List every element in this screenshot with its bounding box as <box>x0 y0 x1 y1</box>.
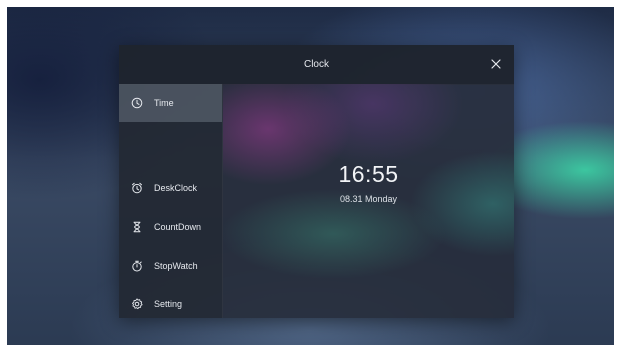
sidebar-item-label: Setting <box>154 299 183 309</box>
clock-dialog: Clock Time DeskClock CountDown StopWatch… <box>119 45 514 318</box>
gear-icon <box>130 297 144 311</box>
close-icon <box>491 59 501 69</box>
alarm-clock-icon <box>130 181 144 195</box>
close-button[interactable] <box>486 54 506 74</box>
sidebar-item-deskclock[interactable]: DeskClock <box>119 169 222 207</box>
dialog-title: Clock <box>303 59 329 70</box>
sidebar-item-stopwatch[interactable]: StopWatch <box>119 247 222 285</box>
time-panel <box>223 84 514 318</box>
sidebar-item-label: DeskClock <box>154 183 198 193</box>
sidebar-item-setting[interactable]: Setting <box>119 285 222 318</box>
sidebar: Time DeskClock CountDown StopWatch Setti… <box>119 84 223 318</box>
sidebar-item-label: Time <box>154 98 174 108</box>
clock-icon <box>130 96 144 110</box>
hourglass-icon <box>130 220 144 234</box>
sidebar-item-countdown[interactable]: CountDown <box>119 208 222 246</box>
sidebar-item-label: CountDown <box>154 222 202 232</box>
sidebar-item-time[interactable]: Time <box>119 84 222 122</box>
sidebar-item-label: StopWatch <box>154 261 198 271</box>
title-bar: Clock <box>119 45 514 85</box>
stopwatch-icon <box>130 259 144 273</box>
